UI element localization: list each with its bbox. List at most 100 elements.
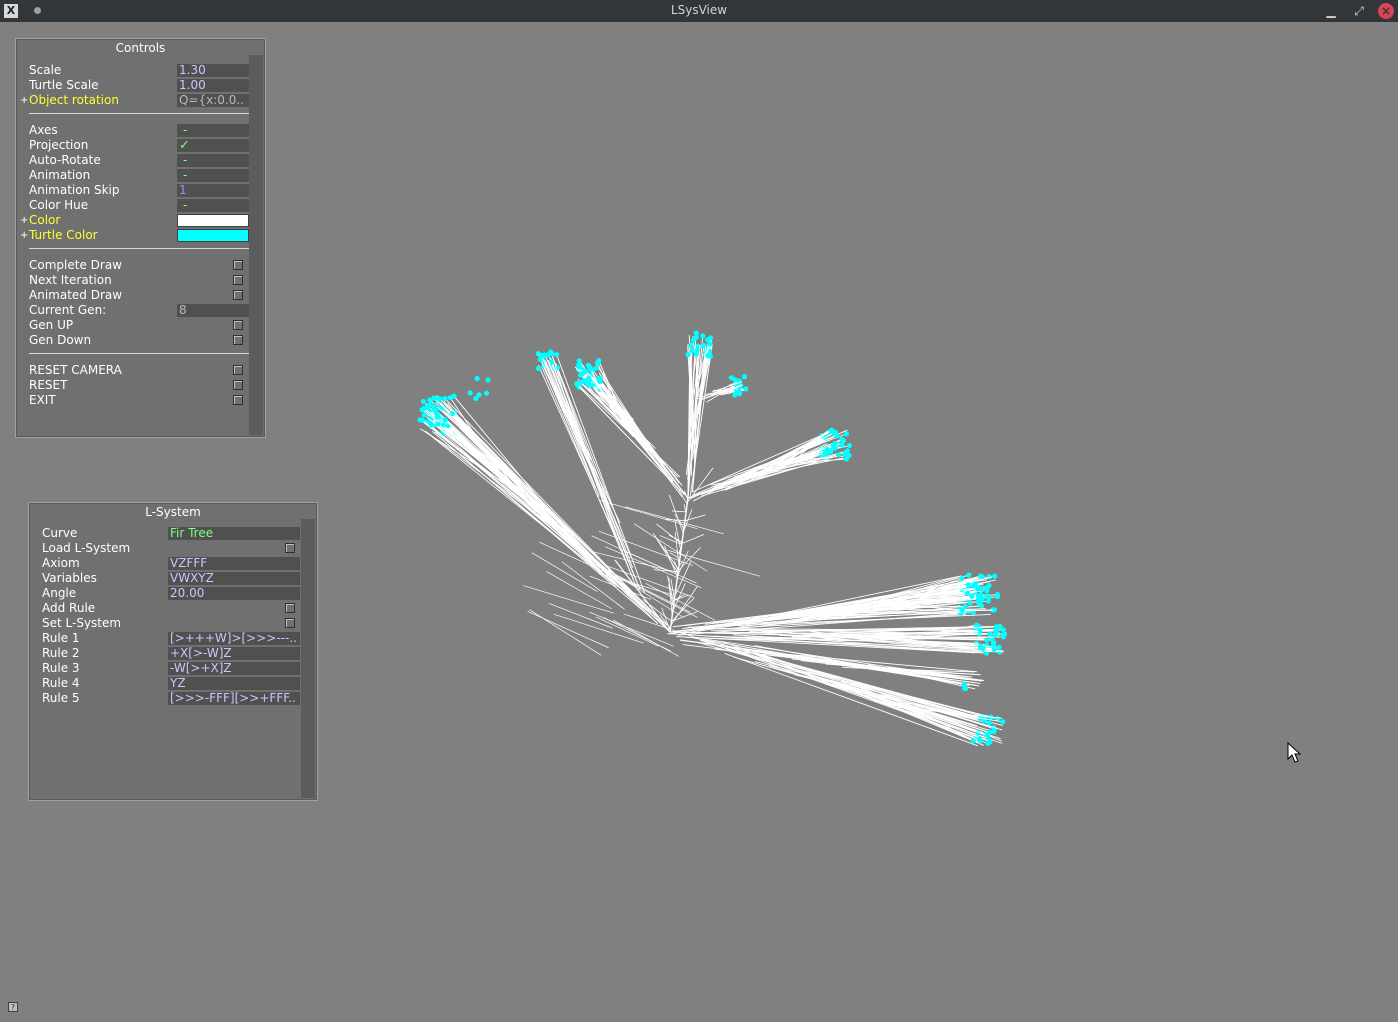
leaf-dot (483, 390, 490, 396)
color-hue-toggle[interactable]: - (177, 199, 249, 212)
gen-down-label: Gen Down (29, 333, 92, 347)
leaf-dot (994, 594, 1001, 600)
scale-field[interactable]: 1.30 (177, 64, 249, 77)
current-gen-label: Current Gen: (29, 303, 107, 317)
scale-row: Scale 1.30 (29, 63, 249, 78)
lsystem-scrollbar[interactable] (301, 519, 315, 798)
leaf-dot (984, 637, 990, 643)
branch-line (437, 421, 546, 517)
leaf-dot (426, 403, 432, 409)
leaf-dot (741, 374, 748, 380)
auto-rotate-label: Auto-Rotate (29, 153, 101, 167)
set-lsystem-button[interactable] (285, 618, 295, 628)
complete-draw-button[interactable] (233, 260, 243, 270)
leaf-dot (970, 738, 976, 744)
leaf-dot (977, 628, 983, 634)
leaf-dot (431, 395, 437, 401)
leaf-dot (991, 607, 997, 613)
rule-field[interactable]: YZ (168, 677, 300, 690)
gen-down-row[interactable]: Gen Down (29, 333, 249, 348)
leaf-dot (842, 451, 848, 457)
set-lsystem-row[interactable]: Set L-System (42, 616, 302, 631)
exit-label: EXIT (29, 393, 56, 407)
reset-button[interactable] (233, 380, 243, 390)
add-rule-row[interactable]: Add Rule (42, 601, 302, 616)
next-iteration-button[interactable] (233, 275, 243, 285)
branch-line (589, 611, 674, 647)
branch-line (447, 402, 510, 486)
expand-icon[interactable]: + (20, 213, 28, 228)
add-rule-button[interactable] (285, 603, 295, 613)
leaf-dot (595, 360, 601, 366)
axes-toggle[interactable]: - (177, 124, 249, 137)
animated-draw-button[interactable] (233, 290, 243, 300)
leaf-dot (992, 632, 998, 638)
reset-camera-row[interactable]: RESET CAMERA (29, 363, 249, 378)
gen-down-button[interactable] (233, 335, 243, 345)
rule-label: Rule 3 (42, 661, 80, 675)
variables-row: Variables VWXYZ (42, 571, 302, 586)
reset-camera-button[interactable] (233, 365, 243, 375)
turtle-scale-row: Turtle Scale 1.00 (29, 78, 249, 93)
object-rotation-field[interactable]: Q={x:0.0.. (177, 94, 249, 107)
complete-draw-row[interactable]: Complete Draw (29, 258, 249, 273)
animation-label: Animation (29, 168, 91, 182)
branch-line (598, 380, 653, 453)
gen-up-row[interactable]: Gen UP (29, 318, 249, 333)
branch-line (546, 571, 613, 610)
leaf-dot (421, 405, 428, 411)
expand-icon[interactable]: + (20, 228, 28, 243)
animated-draw-row[interactable]: Animated Draw (29, 288, 249, 303)
branch-line (529, 609, 602, 656)
load-lsystem-row[interactable]: Load L-System (42, 541, 302, 556)
rule-row: Rule 1 [>+++W]>[>>>---.. (42, 631, 302, 646)
axiom-field[interactable]: VZFFF (168, 557, 300, 570)
help-icon[interactable]: ? (8, 1002, 18, 1012)
color-swatch[interactable] (177, 214, 249, 227)
axiom-row: Axiom VZFFF (42, 556, 302, 571)
rule-field[interactable]: +X[>-W]Z (168, 647, 300, 660)
variables-label: Variables (42, 571, 97, 585)
color-row[interactable]: + Color (20, 213, 249, 228)
animation-skip-field[interactable]: 1 (177, 184, 249, 197)
auto-rotate-toggle[interactable]: - (177, 154, 249, 167)
leaf-dot (419, 417, 426, 423)
load-lsystem-button[interactable] (285, 543, 295, 553)
turtle-color-swatch[interactable] (177, 229, 249, 242)
branch-line (443, 433, 587, 559)
next-iteration-row[interactable]: Next Iteration (29, 273, 249, 288)
leaf-dot (965, 582, 971, 588)
variables-field[interactable]: VWXYZ (168, 572, 300, 585)
gen-up-label: Gen UP (29, 318, 74, 332)
exit-button[interactable] (233, 395, 243, 405)
expand-icon[interactable]: + (20, 93, 28, 108)
curve-select[interactable]: Fir Tree (168, 527, 300, 540)
leaf-dot (1000, 634, 1006, 640)
object-rotation-row[interactable]: + Object rotation Q={x:0.0.. (20, 93, 249, 108)
leaf-dot (693, 334, 699, 340)
leaf-dot (554, 351, 560, 358)
angle-field[interactable]: 20.00 (168, 587, 300, 600)
controls-scrollbar[interactable] (249, 55, 263, 435)
object-rotation-label: Object rotation (29, 93, 119, 107)
leaf-dot (991, 646, 997, 653)
leaf-dot (973, 622, 980, 628)
rule-field[interactable]: [>>>-FFF][>>+FFF.. (168, 692, 300, 705)
rule-label: Rule 5 (42, 691, 80, 705)
leaf-dot (966, 572, 972, 578)
leaf-dot (987, 631, 993, 637)
turtle-color-row[interactable]: + Turtle Color (20, 228, 249, 243)
projection-checkmark-icon[interactable]: ✓ (177, 139, 249, 152)
leaf-dot (732, 392, 738, 398)
leaf-dot (582, 368, 588, 374)
gen-up-button[interactable] (233, 320, 243, 330)
exit-row[interactable]: EXIT (29, 393, 249, 408)
next-iteration-label: Next Iteration (29, 273, 112, 287)
rule-field[interactable]: [>+++W]>[>>>---.. (168, 632, 300, 645)
reset-row[interactable]: RESET (29, 378, 249, 393)
leaf-dot (980, 645, 986, 652)
branch-line (671, 611, 698, 622)
turtle-scale-field[interactable]: 1.00 (177, 79, 249, 92)
animation-toggle[interactable]: - (177, 169, 249, 182)
rule-field[interactable]: -W[>+X]Z (168, 662, 300, 675)
